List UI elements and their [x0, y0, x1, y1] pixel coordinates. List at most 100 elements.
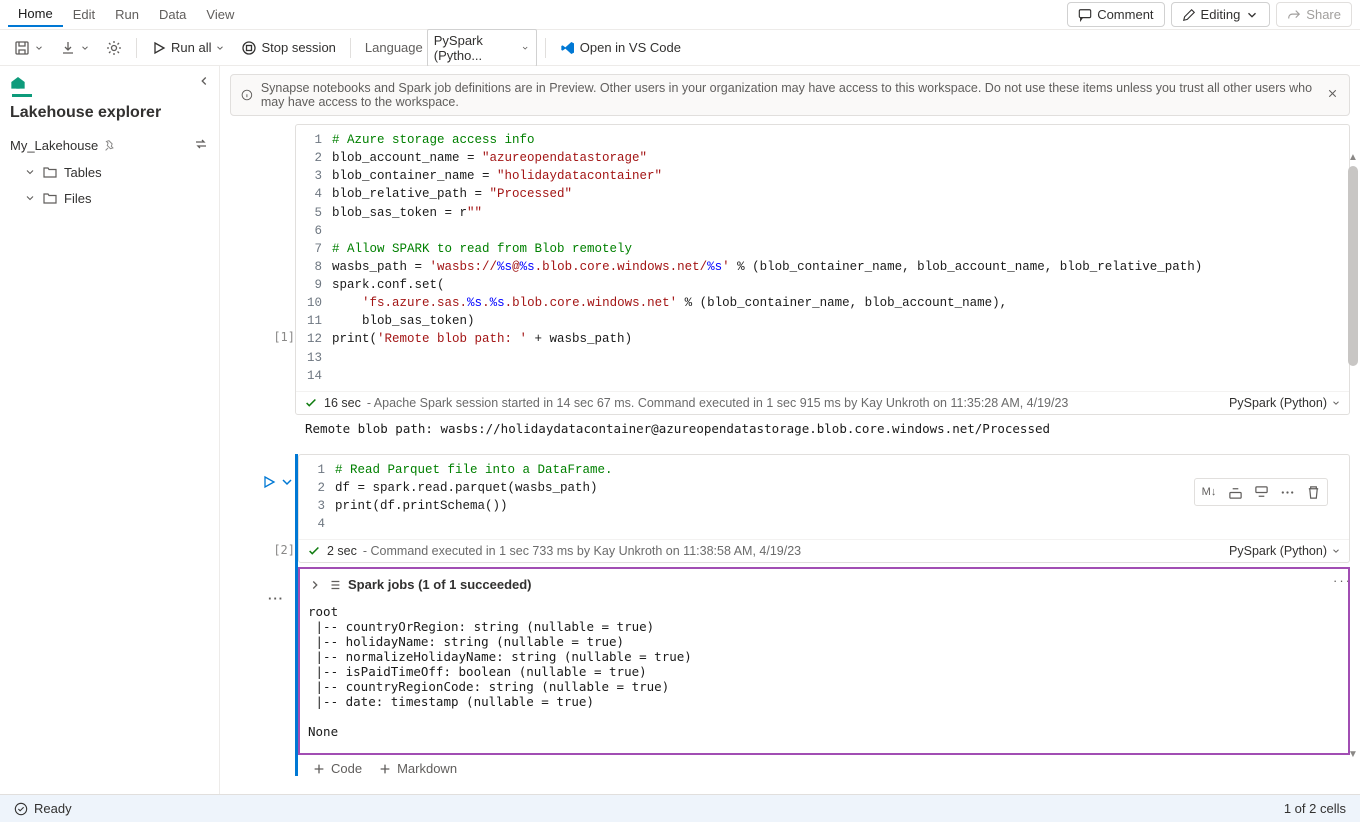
tree-tables[interactable]: Tables [0, 159, 219, 185]
more-icon [1280, 485, 1295, 500]
cell-language[interactable]: PySpark (Python) [1229, 544, 1341, 558]
share-icon [1287, 8, 1301, 22]
run-cell-menu-button[interactable] [279, 474, 295, 493]
menu-run[interactable]: Run [105, 3, 149, 26]
download-icon [60, 40, 76, 56]
scroll-down-arrow[interactable]: ▼ [1348, 749, 1358, 760]
cell-status-row: 2 sec - Command executed in 1 sec 733 ms… [299, 539, 1349, 562]
menu-view[interactable]: View [196, 3, 244, 26]
collapse-sidebar-button[interactable] [197, 74, 211, 91]
menu-home[interactable]: Home [8, 2, 63, 27]
status-text: - Apache Spark session started in 14 sec… [367, 396, 1069, 410]
open-vscode-button[interactable]: Open in VS Code [554, 36, 687, 60]
chevron-down-icon [1331, 398, 1341, 408]
stop-session-button[interactable]: Stop session [235, 36, 341, 60]
add-code-cell-button[interactable]: Code [312, 761, 362, 776]
chevron-down-icon [521, 43, 529, 53]
swap-icon [193, 136, 209, 152]
output-box: Spark jobs (1 of 1 succeeded) root |-- c… [298, 567, 1350, 755]
editing-button[interactable]: Editing [1171, 2, 1271, 27]
status-text: - Command executed in 1 sec 733 ms by Ka… [363, 544, 801, 558]
trash-icon [1306, 485, 1321, 500]
chevron-right-icon [308, 578, 322, 592]
insert-above-icon [1228, 485, 1243, 500]
settings-button[interactable] [100, 36, 128, 60]
output-more-button[interactable]: ··· [268, 591, 284, 606]
pin-icon[interactable] [104, 139, 117, 152]
save-icon [14, 40, 30, 56]
chevron-down-icon [215, 43, 225, 53]
spark-jobs-row[interactable]: Spark jobs (1 of 1 succeeded) [308, 575, 1340, 598]
cell-index: [1] [273, 330, 295, 344]
run-cell-button[interactable] [261, 474, 277, 493]
check-circle-icon [14, 802, 28, 816]
vscode-icon [560, 40, 576, 56]
folder-icon [42, 190, 58, 206]
chevron-down-icon [80, 43, 90, 53]
chevron-down-icon [1331, 546, 1341, 556]
lakehouse-name: My_Lakehouse [10, 138, 98, 153]
menubar: Home Edit Run Data View Comment Editing … [0, 0, 1360, 30]
status-ready: Ready [34, 801, 72, 816]
language-label: Language [365, 40, 423, 55]
preview-banner-text: Synapse notebooks and Spark job definiti… [261, 81, 1318, 109]
language-value: PySpark (Pytho... [434, 33, 518, 63]
stop-session-label: Stop session [261, 40, 335, 55]
delete-cell-button[interactable] [1303, 482, 1323, 502]
chevron-down-icon [1245, 8, 1259, 22]
list-icon [328, 578, 342, 592]
cell-count: 1 of 2 cells [1284, 801, 1346, 816]
toolbar: Run all Stop session Language PySpark (P… [0, 30, 1360, 66]
tree-files[interactable]: Files [0, 185, 219, 211]
check-icon [307, 544, 321, 558]
cell-language[interactable]: PySpark (Python) [1229, 396, 1341, 410]
cell-output: Remote blob path: wasbs://holidaydatacon… [295, 415, 1350, 442]
code-editor[interactable]: 1# Read Parquet file into a DataFrame.2d… [299, 455, 1349, 540]
gear-icon [106, 40, 122, 56]
save-button[interactable] [8, 36, 50, 60]
status-duration: 16 sec [324, 396, 361, 410]
insert-above-button[interactable] [1225, 482, 1245, 502]
more-button[interactable] [1277, 482, 1297, 502]
insert-below-button[interactable] [1251, 482, 1271, 502]
markdown-toggle-button[interactable]: M↓ [1199, 482, 1219, 502]
collapse-icon [197, 74, 211, 88]
cell-index: [2] [273, 543, 295, 557]
insert-below-icon [1254, 485, 1269, 500]
scroll-up-arrow[interactable]: ▲ [1348, 152, 1358, 163]
tree-tables-label: Tables [64, 165, 102, 180]
run-all-label: Run all [171, 40, 211, 55]
add-cell-row: Code Markdown [298, 755, 1350, 776]
preview-banner: Synapse notebooks and Spark job definiti… [230, 74, 1350, 116]
code-editor[interactable]: 1# Azure storage access info2blob_accoun… [296, 125, 1349, 391]
run-all-button[interactable]: Run all [145, 36, 231, 60]
chevron-down-icon [34, 43, 44, 53]
cell-2: [2] 1# Read Parquet file into a DataFram… [220, 454, 1360, 777]
language-select[interactable]: PySpark (Pytho... [427, 29, 537, 67]
swap-lakehouse-button[interactable] [193, 136, 209, 155]
pencil-icon [1182, 8, 1196, 22]
sidebar: Lakehouse explorer My_Lakehouse Tables F… [0, 66, 220, 794]
cell-toolbar: M↓ [1194, 478, 1328, 506]
download-button[interactable] [54, 36, 96, 60]
share-button: Share [1276, 2, 1352, 27]
add-markdown-cell-button[interactable]: Markdown [378, 761, 457, 776]
lakehouse-row[interactable]: My_Lakehouse [0, 132, 219, 159]
menu-data[interactable]: Data [149, 3, 196, 26]
sidebar-title: Lakehouse explorer [0, 98, 219, 132]
info-icon [241, 88, 253, 102]
check-icon [304, 396, 318, 410]
menu-edit[interactable]: Edit [63, 3, 105, 26]
close-banner-button[interactable] [1326, 87, 1339, 103]
comment-button[interactable]: Comment [1067, 2, 1164, 27]
comment-icon [1078, 8, 1092, 22]
tree-files-label: Files [64, 191, 91, 206]
schema-output: root |-- countryOrRegion: string (nullab… [308, 598, 1340, 745]
spark-jobs-label: Spark jobs (1 of 1 succeeded) [348, 577, 532, 592]
plus-icon [378, 762, 392, 776]
cell-status-row: 16 sec - Apache Spark session started in… [296, 391, 1349, 414]
comment-label: Comment [1097, 7, 1153, 22]
chevron-down-icon [279, 474, 295, 490]
scrollbar-thumb[interactable] [1348, 166, 1358, 366]
editing-label: Editing [1201, 7, 1241, 22]
